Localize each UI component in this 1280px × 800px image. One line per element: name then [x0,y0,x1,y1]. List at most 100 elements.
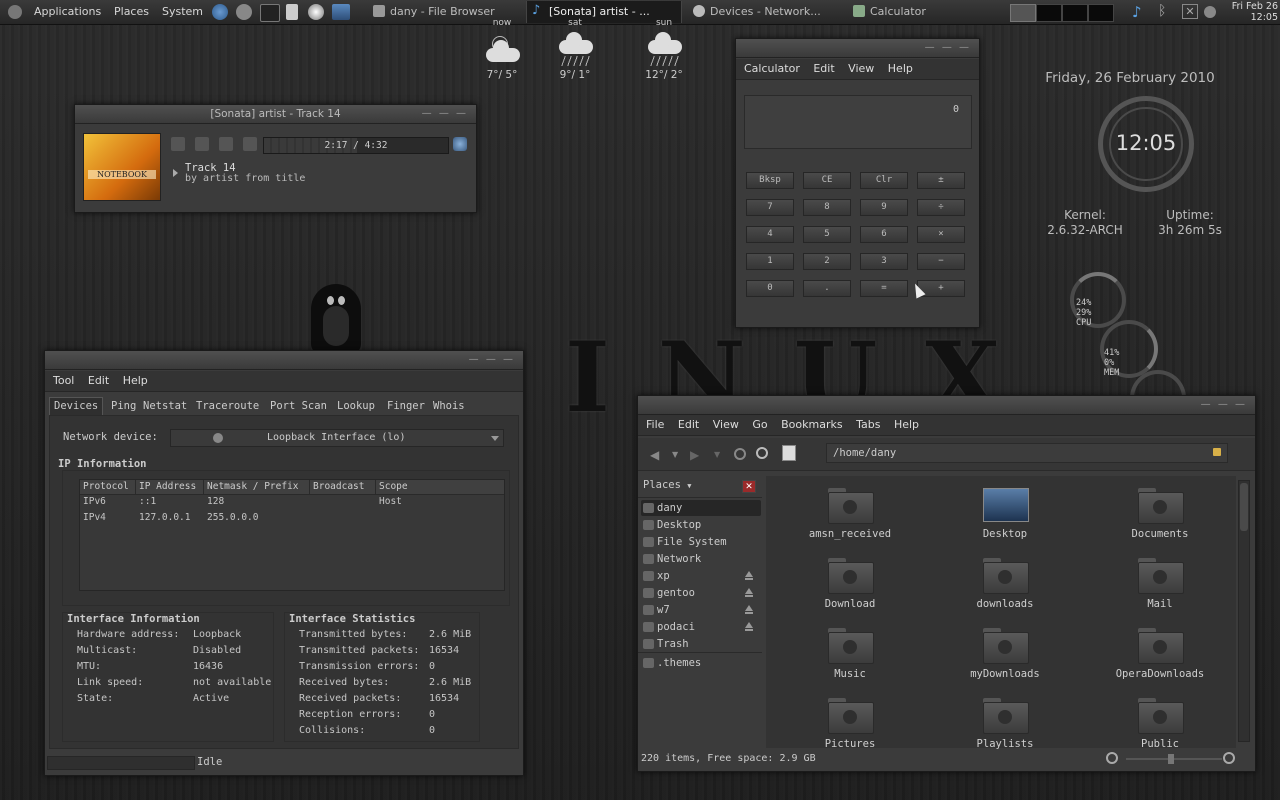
calc-key[interactable]: Clr [860,172,908,189]
calc-key[interactable]: − [917,253,965,270]
calc-key[interactable]: Bksp [746,172,794,189]
workspace-4[interactable] [1088,4,1114,22]
menu-file[interactable]: File [646,418,664,431]
file-item[interactable]: Public [1090,696,1230,760]
col-netmask[interactable]: Netmask / Prefix [204,480,310,494]
tab-whois[interactable]: Whois [433,397,465,415]
clear-location-icon[interactable] [1213,448,1221,456]
network-disconnected-icon[interactable]: ✕ [1182,4,1198,19]
window-controls[interactable]: — — — [469,351,515,369]
col-broadcast[interactable]: Broadcast [310,480,376,494]
file-browser-titlebar[interactable]: — — — [638,396,1255,415]
sidebar-item[interactable]: xp [641,568,761,584]
calc-key[interactable]: 3 [860,253,908,270]
task-network-tools[interactable]: Devices - Network... [688,1,836,23]
calc-key[interactable]: 2 [803,253,851,270]
pause-icon[interactable] [195,137,209,151]
calc-key[interactable]: 6 [860,226,908,243]
task-calculator[interactable]: Calculator [848,1,998,23]
eject-icon[interactable] [745,622,753,631]
zoom-slider-handle[interactable] [1168,754,1174,764]
vertical-scrollbar[interactable] [1238,480,1250,742]
next-track-icon[interactable] [243,137,257,151]
calc-key[interactable]: 9 [860,199,908,216]
menu-bookmarks[interactable]: Bookmarks [781,418,842,431]
sonata-titlebar[interactable]: [Sonata] artist - Track 14 — — — [75,105,476,124]
file-item[interactable]: Pictures [780,696,920,760]
calc-key[interactable]: ÷ [917,199,965,216]
file-item[interactable]: myDownloads [935,626,1075,690]
calc-key[interactable]: × [917,226,965,243]
menu-view[interactable]: View [713,418,739,431]
sidebar-item[interactable]: Trash [641,636,761,652]
terminal-launcher-icon[interactable] [260,4,280,22]
back-arrow-icon[interactable]: ◀ [650,448,659,462]
menu-tabs[interactable]: Tabs [856,418,880,431]
tab-port-scan[interactable]: Port Scan [270,397,327,415]
calculator-display[interactable]: 0 [744,95,972,149]
menu-edit[interactable]: Edit [678,418,699,431]
file-item[interactable]: amsn_received [780,486,920,550]
calculator-titlebar[interactable]: — — — [736,39,979,58]
file-item[interactable]: downloads [935,556,1075,620]
workspace-3[interactable] [1062,4,1088,22]
ip-table[interactable]: Protocol IP Address Netmask / Prefix Bro… [79,479,505,591]
track-progress-bar[interactable]: 2:17 / 4:32 [263,137,449,154]
places-dropdown[interactable]: Places ▼ [643,479,691,491]
calc-key[interactable]: 1 [746,253,794,270]
tab-finger[interactable]: Finger [387,397,425,415]
tab-netstat[interactable]: Netstat [143,397,187,415]
sidebar-item[interactable]: File System [641,534,761,550]
network-device-select[interactable]: Loopback Interface (lo) [170,429,504,447]
reload-icon[interactable] [734,448,746,460]
desktop-launcher-icon[interactable] [332,4,350,20]
window-controls[interactable]: — — — [925,39,971,57]
prev-track-icon[interactable] [171,137,185,151]
file-item[interactable]: Mail [1090,556,1230,620]
system-menu[interactable]: System [162,0,203,24]
sidebar-item[interactable]: Desktop [641,517,761,533]
eject-icon[interactable] [745,588,753,597]
file-item[interactable]: Music [780,626,920,690]
expand-arrow-icon[interactable] [173,169,178,177]
applications-menu[interactable]: Applications [34,0,101,24]
col-protocol[interactable]: Protocol [80,480,136,494]
calc-key[interactable]: 7 [746,199,794,216]
network-titlebar[interactable]: — — — [45,351,523,370]
window-controls[interactable]: — — — [1201,396,1247,414]
sidebar-item[interactable]: podaci [641,619,761,635]
location-bar[interactable]: /home/dany [826,443,1228,463]
menu-edit[interactable]: Edit [88,374,109,387]
file-item[interactable]: Documents [1090,486,1230,550]
file-item[interactable]: Download [780,556,920,620]
notes-launcher-icon[interactable] [286,4,298,20]
menu-calculator[interactable]: Calculator [744,62,800,75]
col-scope[interactable]: Scope [376,480,504,494]
eject-icon[interactable] [745,605,753,614]
back-dropdown-icon[interactable]: ▼ [672,450,678,459]
eject-icon[interactable] [745,571,753,580]
menu-help[interactable]: Help [123,374,148,387]
browser-launcher-icon[interactable] [212,4,228,20]
file-item[interactable]: Desktop [935,486,1075,550]
search-icon[interactable] [756,447,768,459]
forward-dropdown-icon[interactable]: ▼ [714,450,720,459]
volume-icon[interactable] [453,137,467,151]
calc-key[interactable]: ± [917,172,965,189]
table-row[interactable]: IPv6 ::1 128 Host [80,496,504,510]
workspace-switcher-active[interactable] [1010,4,1036,22]
tab-traceroute[interactable]: Traceroute [196,397,259,415]
calc-key[interactable]: 5 [803,226,851,243]
tab-ping[interactable]: Ping [111,397,136,415]
forward-arrow-icon[interactable]: ▶ [690,448,699,462]
sidebar-item[interactable]: dany [641,500,761,516]
close-sidebar-icon[interactable]: ✕ [742,480,756,493]
calc-key[interactable]: . [803,280,851,297]
menu-view[interactable]: View [848,62,874,75]
tab-devices[interactable]: Devices [54,397,98,415]
zoom-out-icon[interactable] [1106,752,1118,764]
workspace-2[interactable] [1036,4,1062,22]
album-cover[interactable]: NOTEBOOK [83,133,161,201]
arch-logo-icon[interactable] [8,5,22,19]
music-tray-icon[interactable]: ♪ [1132,3,1142,21]
